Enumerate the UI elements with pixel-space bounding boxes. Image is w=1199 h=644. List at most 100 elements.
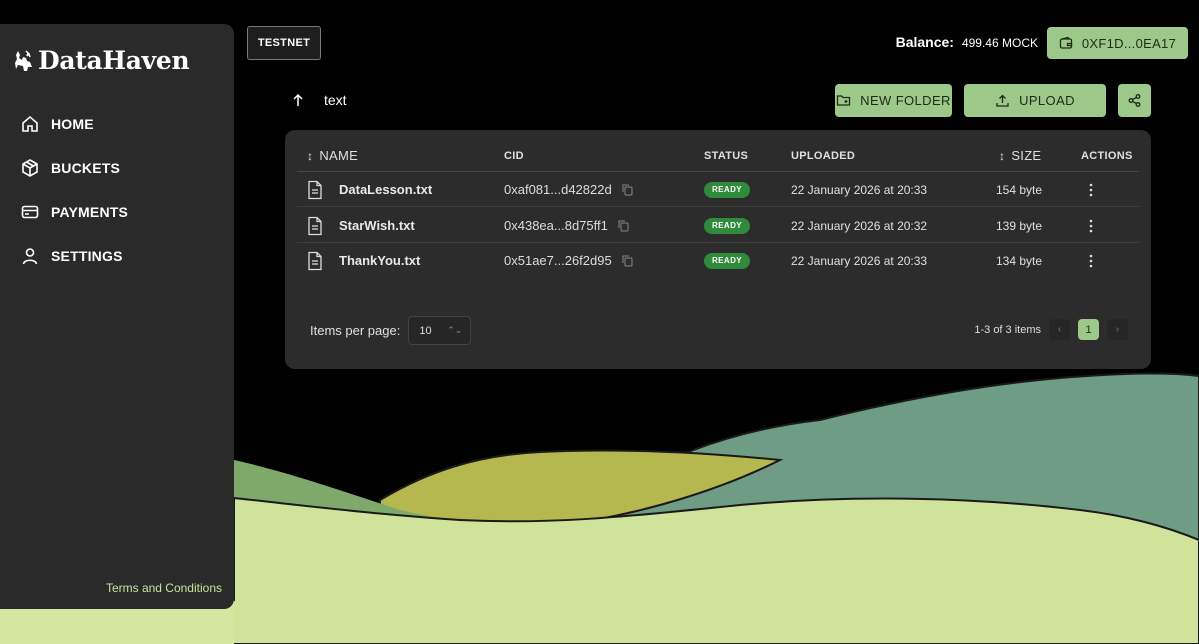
column-label: NAME	[319, 148, 359, 163]
status-badge: READY	[704, 252, 751, 269]
sidebar-item-buckets[interactable]: BUCKETS	[20, 146, 128, 190]
table-row[interactable]: ThankYou.txt 0x51ae7...26f2d95 READY 22 …	[297, 243, 1139, 278]
sidebar-item-label: PAYMENTS	[51, 204, 129, 220]
status-cell: READY	[704, 243, 751, 278]
more-options-icon[interactable]	[1089, 183, 1093, 197]
wallet-icon	[1059, 36, 1073, 49]
brand-logo[interactable]: DataHaven	[14, 46, 190, 75]
current-path: text	[324, 92, 347, 108]
copy-icon[interactable]	[618, 220, 629, 232]
file-icon	[308, 251, 322, 270]
pagination-range: 1-3 of 3 items	[974, 323, 1041, 336]
wallet-button[interactable]: 0XF1D...0EA17	[1047, 27, 1188, 59]
sort-icon: ↕	[307, 148, 314, 163]
cid-value: 0x438ea...8d75ff1	[504, 218, 608, 233]
sidebar-item-home[interactable]: HOME	[20, 102, 128, 146]
copy-icon[interactable]	[622, 255, 633, 267]
file-name[interactable]: DataLesson.txt	[339, 172, 432, 207]
cid-cell: 0x438ea...8d75ff1	[504, 208, 629, 243]
column-label: CID	[504, 150, 524, 162]
items-per-page-label: Items per page:	[310, 323, 401, 338]
file-table-panel: ↕ NAME CID STATUS UPLOADED ↕ SIZE ACTION…	[285, 130, 1151, 369]
status-badge: READY	[704, 217, 751, 234]
column-label: STATUS	[704, 150, 749, 162]
more-options-icon[interactable]	[1089, 254, 1093, 268]
cid-value: 0x51ae7...26f2d95	[504, 253, 612, 268]
status-cell: READY	[704, 208, 751, 243]
column-name-header[interactable]: ↕ NAME	[307, 148, 358, 163]
items-per-page: Items per page: 10 ⌃⌄	[310, 316, 472, 345]
uploaded-date: 22 January 2026 at 20:33	[791, 253, 928, 268]
brand-name: DataHaven	[38, 46, 190, 75]
deer-logo-icon	[15, 49, 32, 71]
chevron-updown-icon: ⌃⌄	[447, 325, 463, 335]
file-name[interactable]: ThankYou.txt	[339, 243, 420, 278]
folder-plus-icon	[837, 95, 851, 106]
new-folder-label: NEW FOLDER	[860, 93, 951, 108]
column-uploaded-header: UPLOADED	[791, 150, 855, 162]
table-row[interactable]: DataLesson.txt 0xaf081...d42822d READY 2…	[297, 172, 1139, 207]
column-label: SIZE	[1011, 148, 1042, 163]
column-size-header[interactable]: ↕ SIZE	[999, 148, 1041, 163]
cid-cell: 0xaf081...d42822d	[504, 172, 633, 207]
row-actions	[1089, 243, 1093, 278]
file-size: 154 byte	[996, 182, 1043, 197]
sidebar: DataHaven HOME BUCKETS PAYMENTS SETTINGS…	[0, 24, 234, 609]
row-actions	[1089, 172, 1093, 207]
upload-icon	[996, 94, 1009, 107]
upload-label: UPLOAD	[1019, 93, 1075, 108]
uploaded-date: 22 January 2026 at 20:32	[791, 218, 928, 233]
file-icon	[308, 180, 322, 199]
status-badge: READY	[704, 181, 751, 198]
file-icon-cell	[307, 243, 323, 278]
column-label: ACTIONS	[1081, 150, 1133, 162]
sidebar-nav: HOME BUCKETS PAYMENTS SETTINGS	[20, 102, 128, 278]
items-per-page-select[interactable]: 10 ⌃⌄	[408, 316, 472, 345]
balance-value: 499.46 MOCK	[961, 36, 1038, 50]
wallet-address: 0XF1D...0EA17	[1081, 35, 1177, 51]
row-actions	[1089, 208, 1093, 243]
sort-icon: ↕	[999, 148, 1006, 163]
file-icon-cell	[307, 172, 323, 207]
copy-icon[interactable]	[622, 184, 633, 196]
balance-label: Balance:	[895, 34, 954, 50]
sidebar-item-payments[interactable]: PAYMENTS	[20, 190, 128, 234]
upload-button[interactable]: UPLOAD	[964, 84, 1106, 117]
new-folder-button[interactable]: NEW FOLDER	[835, 84, 952, 117]
pagination: 1-3 of 3 items ‹ 1 ›	[974, 319, 1128, 340]
navigate-up-icon[interactable]	[290, 91, 306, 109]
file-name[interactable]: StarWish.txt	[339, 208, 415, 243]
next-page-button[interactable]: ›	[1107, 319, 1128, 340]
sidebar-item-label: HOME	[51, 116, 94, 132]
column-status-header: STATUS	[704, 150, 748, 162]
file-size: 139 byte	[996, 218, 1043, 233]
cid-cell: 0x51ae7...26f2d95	[504, 243, 633, 278]
sidebar-item-label: SETTINGS	[51, 248, 123, 264]
table-row[interactable]: StarWish.txt 0x438ea...8d75ff1 READY 22 …	[297, 208, 1139, 243]
file-size: 134 byte	[996, 253, 1043, 268]
share-button[interactable]	[1118, 84, 1151, 117]
home-icon	[22, 115, 38, 132]
user-icon	[22, 248, 38, 265]
items-per-page-value: 10	[419, 324, 432, 337]
uploaded-date: 22 January 2026 at 20:33	[791, 182, 928, 197]
column-actions-header: ACTIONS	[1081, 150, 1133, 162]
card-icon	[21, 205, 39, 219]
box-icon	[22, 159, 38, 177]
prev-page-button[interactable]: ‹	[1049, 319, 1070, 340]
more-options-icon[interactable]	[1089, 219, 1093, 233]
column-label: UPLOADED	[791, 150, 856, 162]
page-button-current[interactable]: 1	[1078, 319, 1099, 340]
column-cid-header: CID	[504, 150, 524, 162]
cid-value: 0xaf081...d42822d	[504, 182, 612, 197]
balance-display: Balance: 499.46 MOCK	[896, 34, 1038, 50]
network-badge[interactable]: TESTNET	[247, 26, 321, 60]
status-cell: READY	[704, 172, 751, 207]
file-icon	[308, 216, 322, 235]
share-icon	[1128, 94, 1141, 107]
sidebar-item-label: BUCKETS	[51, 160, 121, 176]
sidebar-item-settings[interactable]: SETTINGS	[20, 234, 128, 278]
table-header: ↕ NAME CID STATUS UPLOADED ↕ SIZE ACTION…	[297, 142, 1139, 172]
file-icon-cell	[307, 208, 323, 243]
terms-link[interactable]: Terms and Conditions	[106, 581, 222, 595]
